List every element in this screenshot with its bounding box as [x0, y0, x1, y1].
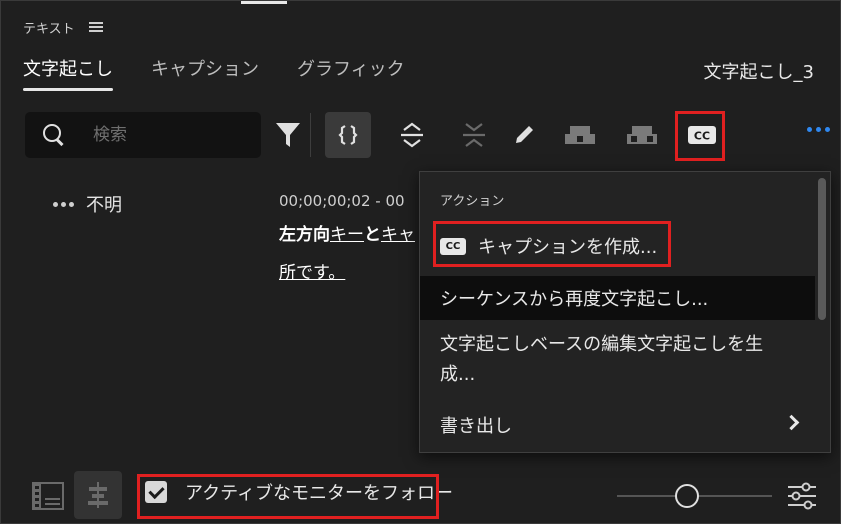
captions-action-button[interactable]: CC [679, 112, 725, 158]
film-timeline-icon [32, 482, 64, 510]
menu-item-retranscribe[interactable]: シーケンスから再度文字起こし... [420, 276, 815, 320]
display-settings-button[interactable] [786, 481, 818, 511]
merge-right-button[interactable] [619, 112, 665, 158]
align-center-icon [88, 482, 108, 508]
expand-icon [401, 122, 423, 148]
transcript-word[interactable]: キー [330, 225, 364, 245]
edit-button[interactable] [501, 112, 547, 158]
sequence-name: 文字起こし_3 [703, 62, 814, 83]
chevron-right-icon [783, 414, 800, 431]
collapse-button[interactable] [451, 112, 497, 158]
speaker-row: 不明 [53, 191, 122, 217]
collapse-icon [463, 123, 485, 147]
tab-transcript[interactable]: 文字起こし [23, 55, 113, 91]
menu-item-create-captions[interactable]: CC キャプションを作成... [420, 224, 815, 268]
transcript-word[interactable]: と [364, 225, 381, 245]
menu-item-label: シーケンスから再度文字起こし... [440, 289, 709, 310]
tab-graphics[interactable]: グラフィック [297, 55, 405, 91]
merge-right-icon [627, 126, 657, 144]
follow-monitor-label: アクティブなモニターをフォロー [185, 483, 454, 504]
pencil-icon [516, 126, 533, 143]
split-segment-button[interactable] [325, 112, 371, 158]
more-options-icon[interactable] [807, 127, 830, 132]
merge-left-button[interactable] [557, 112, 603, 158]
svg-text:CC: CC [694, 130, 710, 143]
text-panel: テキスト 文字起こし キャプション グラフィック 文字起こし_3 CC [0, 0, 841, 524]
split-icon [338, 125, 358, 145]
filter-button[interactable] [265, 112, 311, 158]
speaker-options-icon[interactable] [53, 201, 74, 207]
actions-menu: アクション CC キャプションを作成... シーケンスから再度文字起こし... … [419, 171, 831, 453]
tab-captions[interactable]: キャプション [151, 55, 259, 91]
zoom-slider-knob[interactable] [674, 484, 699, 508]
panel-title: テキスト [23, 21, 75, 37]
sequence-view-button[interactable] [31, 479, 65, 513]
speaker-name[interactable]: 不明 [86, 191, 122, 217]
transcript-text-line1[interactable]: 左方向キーとキャ [279, 220, 415, 245]
panel-menu-icon[interactable] [88, 22, 103, 32]
transcript-word[interactable]: 左方向 [279, 225, 330, 245]
follow-monitor-checkbox[interactable] [145, 481, 167, 503]
sync-playhead-button[interactable] [74, 471, 122, 519]
tab-bar: 文字起こし キャプション グラフィック [23, 55, 405, 91]
menu-section-label: アクション [440, 194, 505, 209]
top-edge-marker [241, 1, 287, 4]
menu-item-export[interactable]: 書き出し [420, 402, 815, 448]
segment-timecode: 00;00;00;02 - 00 [279, 192, 405, 210]
panel-header: テキスト [23, 15, 103, 39]
transcript-text-line2[interactable]: 所です。 [279, 258, 345, 283]
menu-scrollbar[interactable] [818, 178, 826, 320]
cc-icon: CC [440, 237, 466, 255]
search-icon [43, 124, 65, 146]
search-input[interactable] [93, 125, 243, 145]
menu-item-label: 書き出し [440, 416, 512, 437]
menu-item-generate-text-edit[interactable]: 文字起こしベースの編集文字起こしを生成... [420, 322, 815, 394]
follow-monitor-toggle[interactable]: アクティブなモニターをフォロー [145, 479, 453, 505]
filter-icon [276, 123, 300, 147]
search-box[interactable] [25, 112, 261, 158]
toolbar-divider [310, 113, 311, 157]
expand-button[interactable] [389, 112, 435, 158]
merge-left-icon [565, 126, 595, 144]
sliders-icon [788, 482, 816, 510]
transcript-word[interactable]: キャ [381, 225, 415, 245]
cc-icon: CC [688, 126, 716, 144]
menu-item-label: キャプションを作成... [478, 237, 658, 258]
menu-item-label: 文字起こしベースの編集文字起こしを生成... [440, 334, 764, 385]
